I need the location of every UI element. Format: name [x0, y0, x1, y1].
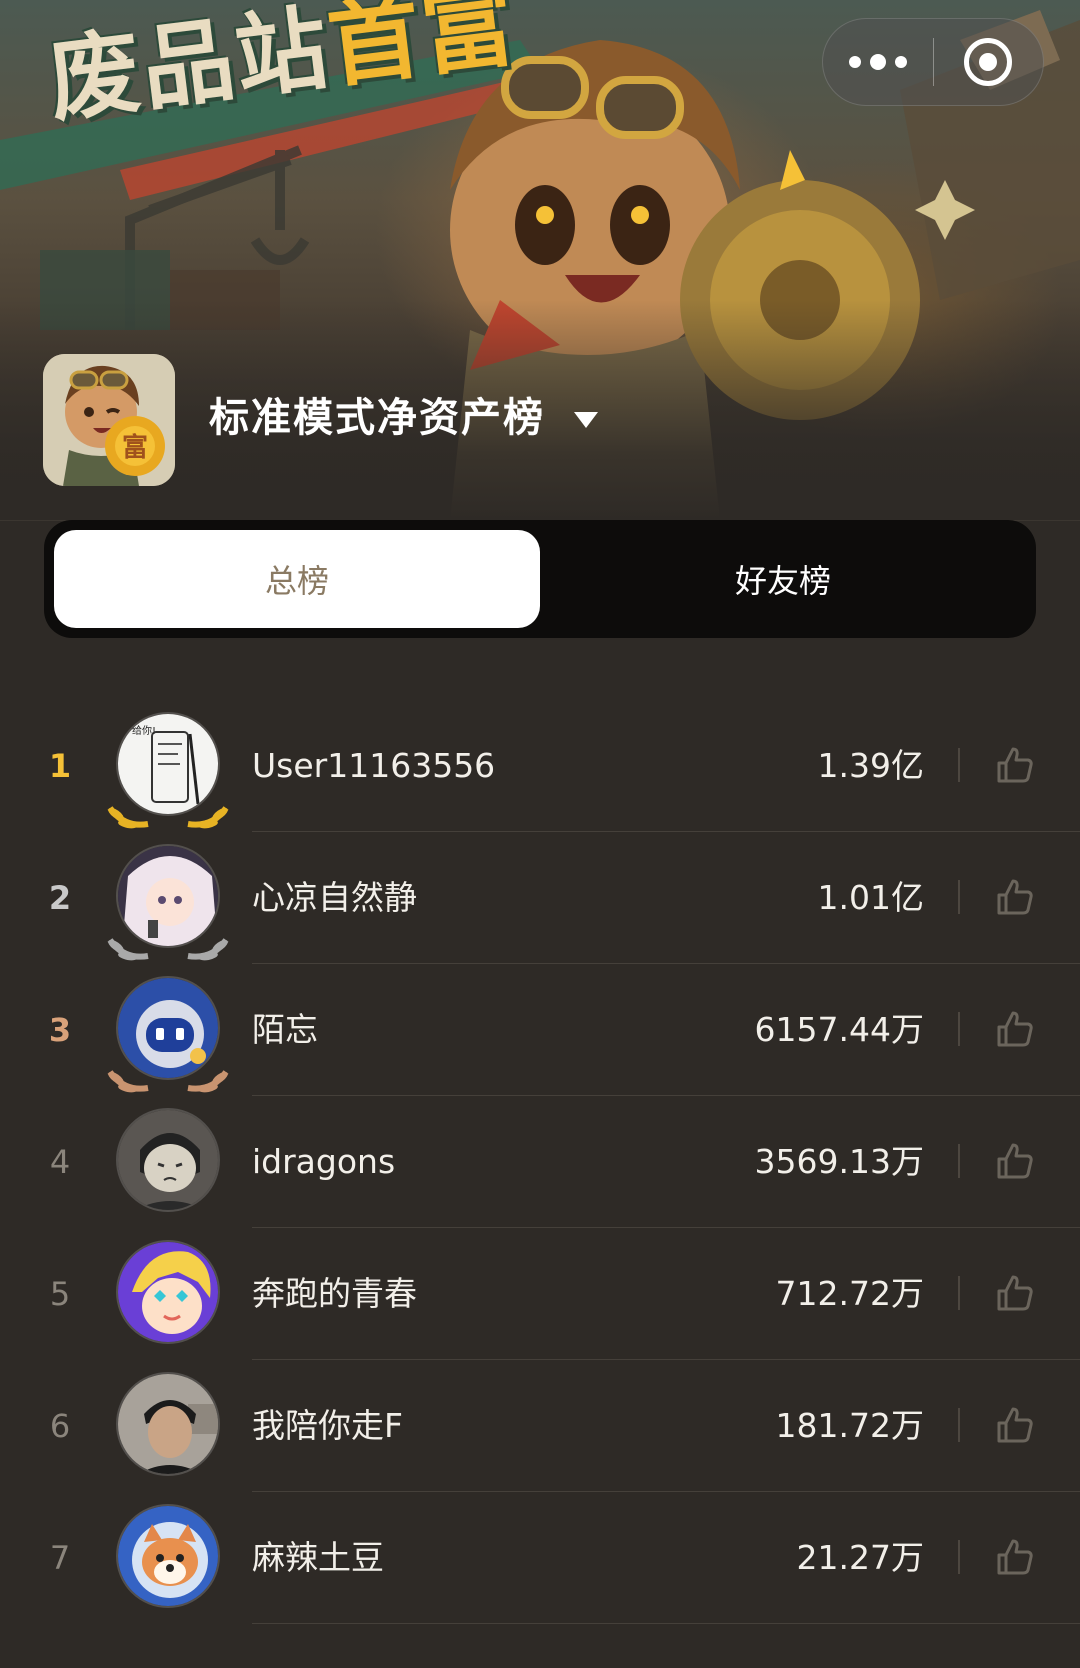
target-close-icon — [964, 38, 1013, 86]
player-name: idragons — [252, 1142, 396, 1181]
rank-number: 6 — [49, 1407, 71, 1445]
gold-wreath-icon — [107, 806, 229, 829]
leaderboard-row: 7 麻辣土豆 21.27万 — [0, 1492, 1080, 1624]
row-separator — [958, 1408, 960, 1442]
avatar-with-wreath[interactable]: 给你! — [104, 712, 232, 832]
rank-number: 1 — [48, 747, 72, 785]
caret-down-icon[interactable] — [574, 412, 598, 428]
rank-number: 3 — [48, 1011, 72, 1049]
avatar — [116, 1504, 220, 1608]
leaderboard-list: 1 给你! User11163556 1.39亿 2 心凉自然静 1.01亿 3… — [0, 700, 1080, 1624]
leaderboard-page: 废品站首富 富 标准模式净资产榜 总榜 好友榜 1 给你! User111635… — [0, 0, 1080, 1668]
player-score: 181.72万 — [775, 1406, 924, 1445]
player-score: 6157.44万 — [754, 1010, 924, 1049]
tab-friends[interactable]: 好友榜 — [540, 530, 1026, 628]
leaderboard-row: 2 心凉自然静 1.01亿 — [0, 832, 1080, 964]
thumbs-up-icon[interactable] — [992, 1402, 1038, 1448]
avatar-with-wreath[interactable] — [104, 976, 232, 1096]
avatar-wrap[interactable] — [104, 1504, 232, 1624]
board-title[interactable]: 标准模式净资产榜 — [209, 390, 545, 446]
leaderboard-tabs: 总榜 好友榜 — [44, 520, 1036, 638]
leaderboard-row: 1 给你! User11163556 1.39亿 — [0, 700, 1080, 832]
thumbs-up-icon[interactable] — [992, 874, 1038, 920]
more-button[interactable] — [823, 18, 933, 106]
player-score: 1.39亿 — [817, 746, 924, 785]
thumbs-up-icon[interactable] — [992, 1006, 1038, 1052]
row-separator — [958, 1012, 960, 1046]
player-score: 21.27万 — [796, 1538, 924, 1577]
game-app-icon: 富 — [43, 354, 175, 486]
row-separator — [958, 1540, 960, 1574]
svg-text:富: 富 — [122, 432, 148, 463]
silver-wreath-icon — [107, 938, 229, 961]
row-separator — [958, 880, 960, 914]
avatar — [116, 1108, 220, 1212]
bronze-wreath-icon — [107, 1070, 229, 1093]
leaderboard-row: 5 奔跑的青春 712.72万 — [0, 1228, 1080, 1360]
rank-number: 2 — [48, 879, 72, 917]
player-score: 1.01亿 — [817, 878, 924, 917]
avatar-wrap[interactable] — [104, 1372, 232, 1492]
thumbs-up-icon[interactable] — [992, 1270, 1038, 1316]
player-name: 我陪你走F — [252, 1406, 403, 1445]
player-name: 陌忘 — [252, 1010, 318, 1049]
player-name: 奔跑的青春 — [252, 1274, 417, 1313]
player-score: 3569.13万 — [754, 1142, 924, 1181]
row-separator — [958, 748, 960, 782]
thumbs-up-icon[interactable] — [992, 1534, 1038, 1580]
avatar-wrap[interactable] — [104, 1240, 232, 1360]
rank-number: 7 — [49, 1539, 71, 1577]
avatar-wrap[interactable] — [104, 1108, 232, 1228]
mini-program-capsule — [822, 18, 1044, 106]
row-separator — [958, 1144, 960, 1178]
avatar-with-wreath[interactable] — [104, 844, 232, 964]
player-score: 712.72万 — [775, 1274, 924, 1313]
thumbs-up-icon[interactable] — [992, 1138, 1038, 1184]
leaderboard-row: 6 我陪你走F 181.72万 — [0, 1360, 1080, 1492]
leaderboard-row: 4 idragons 3569.13万 — [0, 1096, 1080, 1228]
thumbs-up-icon[interactable] — [992, 742, 1038, 788]
player-name: User11163556 — [252, 746, 496, 785]
rank-number: 4 — [49, 1143, 71, 1181]
rank-number: 5 — [49, 1275, 71, 1313]
avatar — [116, 1240, 220, 1344]
leaderboard-row: 3 陌忘 6157.44万 — [0, 964, 1080, 1096]
more-dots-icon — [848, 54, 907, 70]
svg-text:给你!: 给你! — [132, 724, 156, 737]
close-button[interactable] — [934, 18, 1044, 106]
player-name: 麻辣土豆 — [252, 1538, 384, 1577]
row-separator — [958, 1276, 960, 1310]
tab-overall[interactable]: 总榜 — [54, 530, 540, 628]
player-name: 心凉自然静 — [252, 878, 417, 917]
avatar — [116, 1372, 220, 1476]
